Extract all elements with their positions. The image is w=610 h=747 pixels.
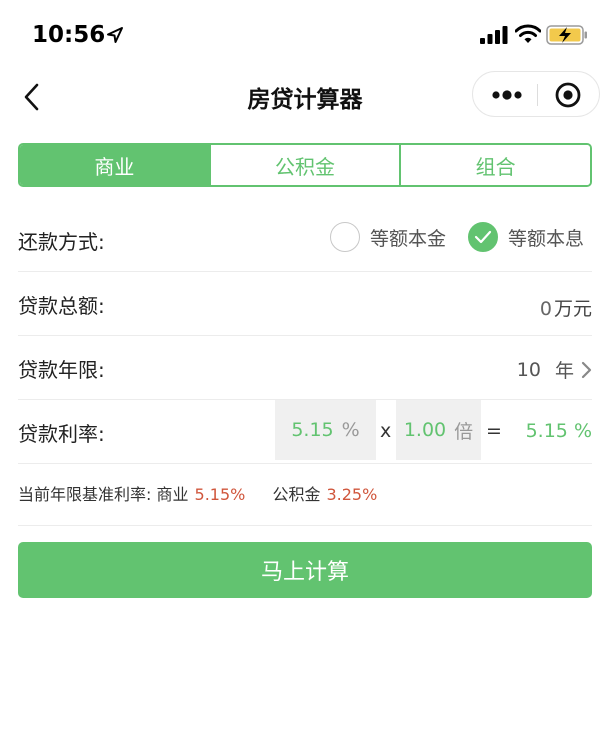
nav-bar: 房贷计算器 <box>0 70 610 124</box>
loan-term-row[interactable]: 贷款年限: 10 年 <box>18 336 592 400</box>
repayment-method-row: 还款方式: 等额本金 等额本息 <box>18 208 592 272</box>
multiply-sign: x <box>380 420 392 442</box>
benchmark-commercial-value: 5.15% <box>194 485 246 504</box>
benchmark-fund-value: 3.25% <box>326 485 378 504</box>
repayment-method-label: 还款方式: <box>18 230 105 254</box>
base-rate-input[interactable]: 5.15 % <box>275 400 376 460</box>
wifi-icon <box>515 24 541 43</box>
radio-equal-installment-label: 等额本息 <box>507 227 584 250</box>
chevron-right-icon <box>581 361 592 378</box>
benchmark-label: 当前年限基准利率: <box>18 485 152 504</box>
rate-multiplier-value: 1.00 <box>403 419 447 441</box>
final-rate-value: 5.15 % <box>525 420 592 442</box>
loan-amount-label: 贷款总额: <box>18 294 105 318</box>
base-rate-value: 5.15 <box>291 419 334 441</box>
status-bar: 10:56 <box>0 0 610 70</box>
repayment-radio-group: 等额本金 等额本息 <box>308 222 584 252</box>
battery-charging-icon <box>546 25 587 45</box>
radio-checked-icon[interactable] <box>467 222 498 252</box>
loan-amount-field[interactable]: 0 万元 <box>540 294 592 321</box>
signal-icon <box>480 26 508 44</box>
loan-term-unit: 年 <box>554 360 574 382</box>
target-icon[interactable] <box>554 81 582 109</box>
interest-rate-row: 贷款利率: 5.15 % x 1.00 倍 = 5.15 % <box>18 400 592 464</box>
calculate-button[interactable]: 马上计算 <box>18 542 592 598</box>
location-arrow-icon <box>107 27 123 43</box>
radio-unchecked-icon[interactable] <box>329 222 360 252</box>
checkmark-icon <box>474 230 492 244</box>
tab-combined[interactable]: 组合 <box>399 145 590 185</box>
loan-term-picker[interactable]: 10 年 <box>517 356 592 383</box>
tab-commercial[interactable]: 商业 <box>20 145 209 185</box>
rate-multiplier-input[interactable]: 1.00 倍 <box>396 400 481 460</box>
loan-type-tabs: 商业 公积金 组合 <box>18 143 592 187</box>
loan-term-value: 10 <box>516 358 541 381</box>
capsule-divider <box>537 84 538 106</box>
base-rate-unit: % <box>341 419 360 441</box>
tab-provident-fund[interactable]: 公积金 <box>208 145 400 185</box>
radio-equal-installment[interactable]: 等额本息 <box>467 222 584 252</box>
loan-amount-row[interactable]: 贷款总额: 0 万元 <box>18 272 592 336</box>
mini-program-capsule <box>472 71 600 117</box>
loan-amount-unit: 万元 <box>553 298 592 320</box>
equals-sign: = <box>486 420 502 442</box>
benchmark-commercial-label: 商业 <box>156 485 189 504</box>
benchmark-fund-label: 公积金 <box>272 485 321 504</box>
benchmark-rates: 当前年限基准利率: 商业 5.15% 公积金 3.25% <box>18 481 399 505</box>
loan-amount-value[interactable]: 0 <box>540 298 552 320</box>
status-time: 10:56 <box>32 22 106 48</box>
loan-term-label: 贷款年限: <box>18 358 105 382</box>
radio-equal-principal-label: 等额本金 <box>369 227 446 250</box>
section-divider <box>18 525 592 526</box>
rate-multiplier-unit: 倍 <box>454 420 474 443</box>
interest-rate-label: 贷款利率: <box>18 422 105 446</box>
more-icon[interactable] <box>491 86 523 104</box>
radio-equal-principal[interactable]: 等额本金 <box>329 222 446 252</box>
